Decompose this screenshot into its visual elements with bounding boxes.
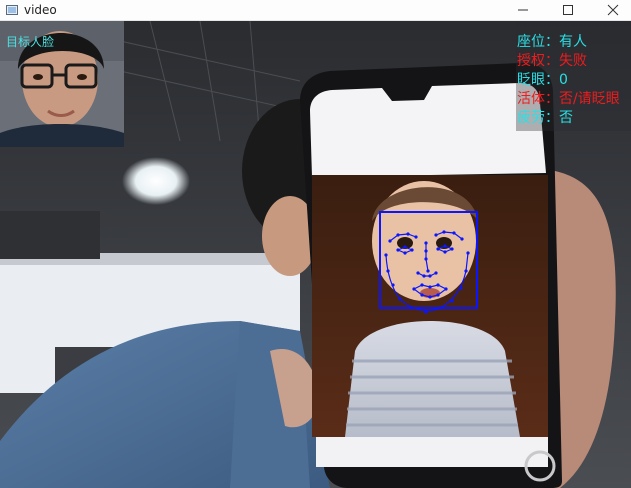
close-icon — [607, 4, 619, 16]
status-fatigue-label: 疲劳： — [517, 110, 559, 126]
status-auth-value: 失败 — [559, 53, 587, 69]
status-liveness-value: 否/请眨眼 — [559, 91, 620, 107]
status-blink-label: 眨眼： — [517, 72, 559, 88]
status-seat-value: 有人 — [559, 34, 587, 50]
status-fatigue-value: 否 — [559, 110, 573, 126]
minimize-icon — [518, 9, 528, 11]
window-title: video — [24, 3, 57, 17]
status-auth: 授权：失败 — [517, 52, 620, 71]
status-liveness: 活体：否/请眨眼 — [517, 90, 620, 109]
minimize-button[interactable] — [501, 0, 545, 20]
status-auth-label: 授权： — [517, 53, 559, 69]
status-panel: 座位：有人 授权：失败 眨眼：0 活体：否/请眨眼 疲劳：否 — [517, 33, 620, 128]
status-seat-label: 座位： — [517, 34, 559, 50]
status-blink: 眨眼：0 — [517, 71, 620, 90]
title-bar[interactable]: video — [0, 0, 631, 21]
status-seat: 座位：有人 — [517, 33, 620, 52]
status-liveness-label: 活体： — [517, 91, 559, 107]
video-window: video 目标人脸 座位：有人 授权：失败 眨眼：0 活体：否/请眨眼 疲劳：… — [0, 0, 631, 488]
maximize-button[interactable] — [546, 0, 590, 20]
status-blink-value: 0 — [559, 72, 568, 88]
maximize-icon — [563, 5, 573, 15]
camera-feed: 目标人脸 座位：有人 授权：失败 眨眼：0 活体：否/请眨眼 疲劳：否 — [0, 21, 631, 488]
app-icon — [6, 5, 18, 15]
close-button[interactable] — [591, 0, 631, 20]
status-fatigue: 疲劳：否 — [517, 109, 620, 128]
